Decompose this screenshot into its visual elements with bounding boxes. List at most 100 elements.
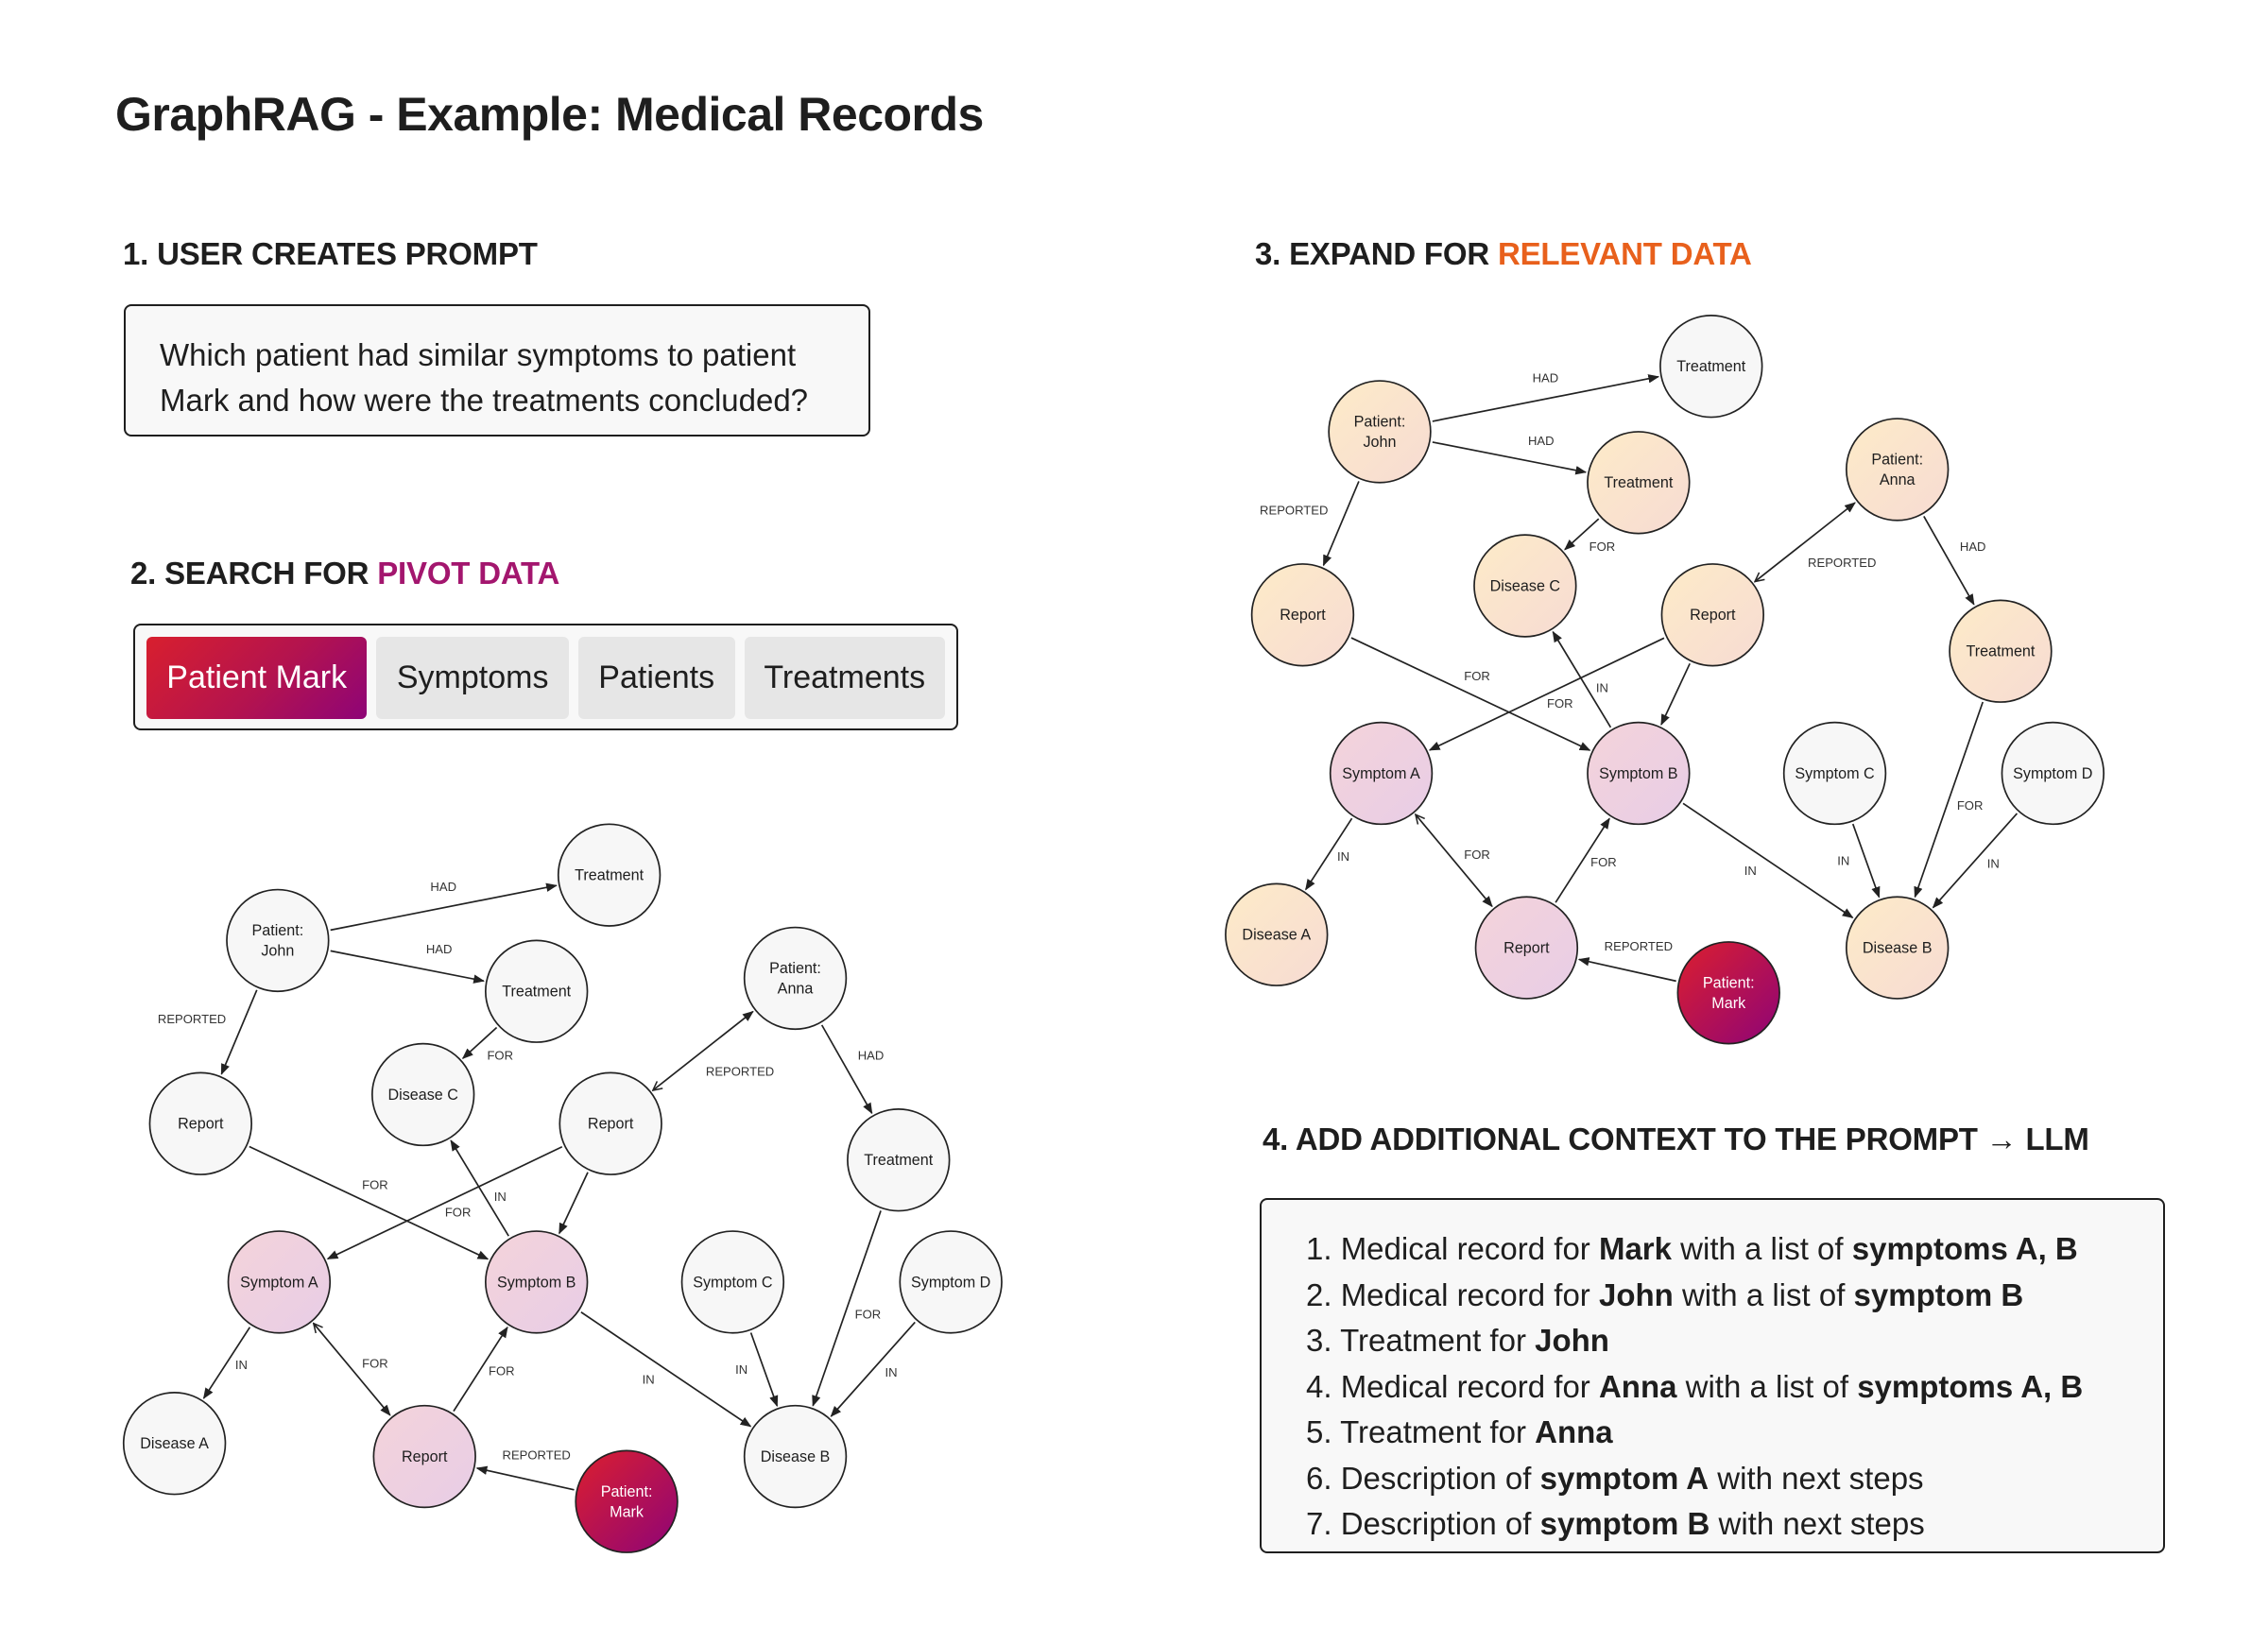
node-report1[interactable]: Report — [1250, 563, 1355, 667]
node-label: John — [1363, 434, 1396, 451]
edge-label: HAD — [1960, 539, 1986, 554]
node-label: Report — [1280, 607, 1326, 624]
node-report2[interactable]: Report — [1660, 563, 1764, 667]
edge-label: IN — [643, 1373, 655, 1387]
node-anna[interactable]: Patient: Anna — [1846, 418, 1950, 522]
node-treatAnna[interactable]: Treatment — [1949, 599, 2053, 703]
edge-symA-report3 — [1416, 814, 1492, 906]
node-label: Report — [1690, 607, 1736, 624]
edge-treat2-diseaseC — [1564, 518, 1600, 551]
context-item-text: with next steps — [1709, 1460, 1924, 1496]
edge-john-treat1 — [330, 882, 558, 932]
node-label: Disease B — [1863, 939, 1933, 956]
node-diseaseB[interactable]: Disease B — [743, 1404, 848, 1509]
node-label: Treatment — [1604, 474, 1673, 491]
edge-label: REPORTED — [1808, 556, 1876, 570]
edge-label: IN — [1837, 853, 1849, 867]
edge-label: FOR — [1589, 539, 1616, 554]
context-item-text: 4. Medical record for — [1306, 1368, 1599, 1404]
node-report3[interactable]: Report — [372, 1404, 476, 1509]
edge-label: IN — [885, 1365, 898, 1379]
edge-report2-symB — [558, 1172, 589, 1235]
node-circle — [743, 926, 848, 1031]
chip-treatments[interactable]: Treatments — [744, 637, 945, 719]
node-mark[interactable]: Patient: Mark — [575, 1449, 679, 1553]
node-label: Disease C — [1490, 577, 1561, 594]
step3-heading-accent: RELEVANT DATA — [1497, 236, 1752, 271]
node-treat2[interactable]: Treatment — [485, 939, 589, 1043]
node-treat1[interactable]: Treatment — [557, 823, 662, 927]
edge-label: IN — [1596, 680, 1608, 694]
edge-label: FOR — [855, 1307, 882, 1321]
node-symC[interactable]: Symptom C — [1782, 721, 1887, 826]
edge-mark-report3 — [1577, 957, 1676, 983]
context-item: 5. Treatment for Anna — [1306, 1410, 2163, 1456]
node-label: Patient: — [1871, 452, 1923, 469]
node-label: Patient: — [251, 922, 303, 939]
node-anna[interactable]: Patient: Anna — [743, 926, 848, 1031]
node-label: Treatment — [864, 1152, 933, 1169]
node-diseaseC[interactable]: Disease C — [371, 1042, 475, 1147]
node-symD[interactable]: Symptom D — [899, 1230, 1003, 1334]
prompt-box[interactable]: Which patient had similar symptoms to pa… — [124, 304, 870, 437]
context-item-emphasis: Anna — [1535, 1414, 1613, 1449]
edge-label: REPORTED — [1605, 939, 1673, 953]
node-label: Patient: — [1703, 974, 1755, 991]
node-report1[interactable]: Report — [148, 1071, 252, 1175]
node-symB[interactable]: Symptom B — [485, 1230, 589, 1334]
edge-label: FOR — [489, 1363, 515, 1378]
node-label: Treatment — [1966, 643, 2035, 660]
node-report3[interactable]: Report — [1474, 896, 1579, 1000]
node-treatAnna[interactable]: Treatment — [847, 1108, 951, 1212]
node-symD[interactable]: Symptom D — [2001, 721, 2105, 826]
node-diseaseB[interactable]: Disease B — [1846, 896, 1950, 1000]
edge-label: IN — [1744, 864, 1757, 878]
context-item-emphasis: Anna — [1598, 1368, 1677, 1404]
edge-treat2-diseaseC — [461, 1026, 498, 1059]
edge-label: IN — [1337, 849, 1349, 864]
edge-label: FOR — [487, 1049, 513, 1063]
edge-label: FOR — [1547, 696, 1573, 711]
node-mark[interactable]: Patient: Mark — [1676, 941, 1780, 1045]
node-symC[interactable]: Symptom C — [680, 1230, 785, 1334]
node-label: Symptom C — [693, 1274, 773, 1291]
node-label: Report — [1503, 939, 1550, 956]
edge-report2-anna — [653, 1012, 753, 1090]
node-label: Report — [402, 1448, 448, 1465]
node-label: Anna — [1880, 471, 1916, 488]
context-item-text: with a list of — [1673, 1276, 1854, 1312]
node-symB[interactable]: Symptom B — [1587, 721, 1691, 826]
step3-heading-prefix: 3. EXPAND FOR — [1255, 236, 1498, 271]
node-symA[interactable]: Symptom A — [1329, 721, 1434, 826]
context-item-text: with a list of — [1672, 1231, 1852, 1266]
edge-john-treat2 — [1432, 441, 1588, 475]
edge-symC-diseaseB — [1851, 823, 1881, 899]
node-diseaseC[interactable]: Disease C — [1473, 534, 1577, 638]
edge-label: HAD — [1533, 371, 1559, 385]
chip-patients[interactable]: Patients — [577, 637, 735, 719]
node-report2[interactable]: Report — [558, 1071, 662, 1175]
chip-symptoms[interactable]: Symptoms — [376, 637, 569, 719]
step4-heading: 4. ADD ADDITIONAL CONTEXT TO THE PROMPT … — [1263, 1122, 2089, 1156]
context-item-text: 5. Treatment for — [1306, 1414, 1536, 1449]
node-diseaseA[interactable]: Disease A — [1225, 882, 1329, 986]
node-label: Report — [178, 1116, 224, 1133]
node-john[interactable]: Patient: John — [226, 888, 330, 993]
step2-heading-prefix: 2. SEARCH FOR — [130, 556, 378, 591]
node-diseaseA[interactable]: Disease A — [122, 1392, 227, 1496]
edge-symC-diseaseB — [749, 1332, 779, 1408]
context-item-emphasis: symptom B — [1853, 1276, 2024, 1312]
node-treat1[interactable]: Treatment — [1659, 315, 1763, 419]
context-item-emphasis: Mark — [1598, 1231, 1673, 1266]
chip-patient-mark[interactable]: Patient Mark — [146, 637, 368, 719]
node-treat2[interactable]: Treatment — [1587, 431, 1691, 535]
node-label: Symptom D — [2013, 765, 2092, 782]
node-symA[interactable]: Symptom A — [227, 1230, 332, 1334]
edge-label: FOR — [445, 1206, 472, 1220]
edge-label: IN — [235, 1358, 248, 1372]
context-item: 4. Medical record for Anna with a list o… — [1306, 1364, 2163, 1411]
node-john[interactable]: Patient: John — [1328, 380, 1432, 484]
node-label: John — [261, 943, 294, 960]
node-label: Mark — [1711, 995, 1746, 1012]
edge-label: IN — [494, 1190, 507, 1204]
